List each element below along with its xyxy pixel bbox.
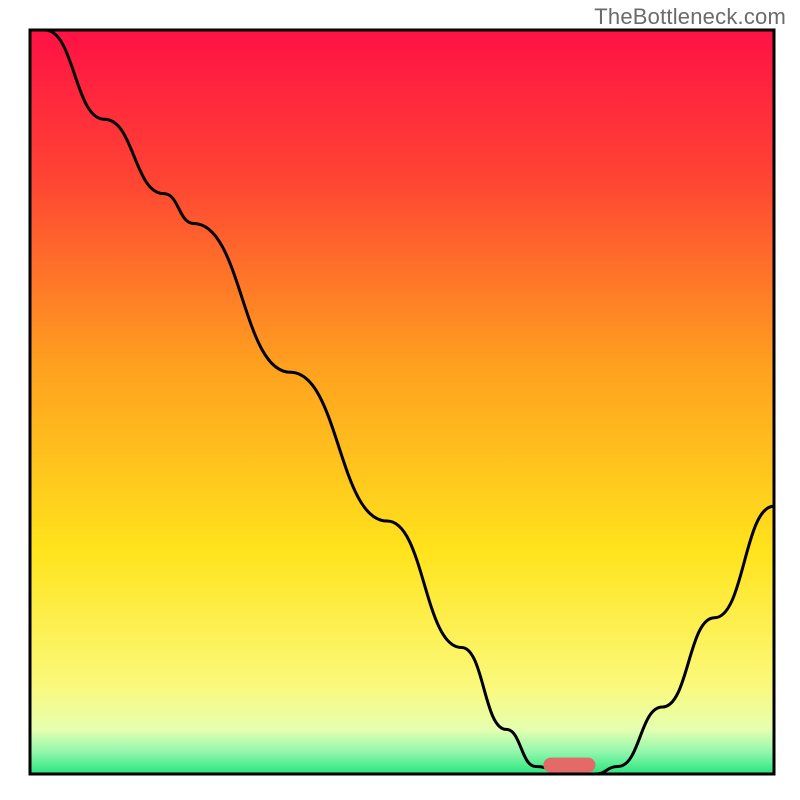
optimal-marker [543,758,595,773]
gradient-background [30,30,774,774]
watermark-text: TheBottleneck.com [594,4,786,30]
chart-frame: TheBottleneck.com [0,0,800,800]
bottleneck-chart [0,0,800,800]
